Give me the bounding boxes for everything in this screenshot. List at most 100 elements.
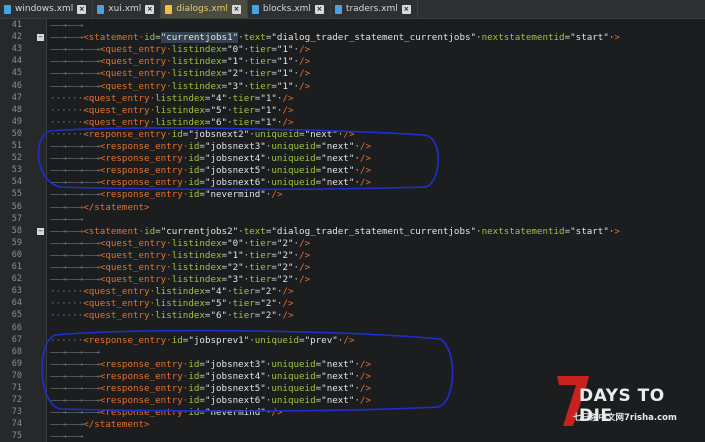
code-line[interactable]: 43 ——→——→——→<quest_entry·listindex="0"·ti… xyxy=(0,44,705,55)
code-line[interactable]: 53 ——→——→——→<response_entry·id="jobsnext5… xyxy=(0,165,705,176)
code-line[interactable]: 45 ——→——→——→<quest_entry·listindex="2"·ti… xyxy=(0,68,705,79)
xml-attribute: tier xyxy=(232,104,255,116)
xml-attribute: id xyxy=(188,383,200,394)
line-number: 45 xyxy=(11,68,22,79)
code-line[interactable]: 65 ······<quest_entry·listindex="6"·tier=… xyxy=(0,310,705,321)
xml-attribute: tier xyxy=(249,237,272,249)
tab-windows[interactable]: windows.xml × xyxy=(0,0,94,18)
close-tab-icon[interactable]: × xyxy=(145,4,155,14)
code-text: ······<quest_entry·listindex="5"·tier="1… xyxy=(50,105,294,116)
xml-value: "jobsnext4" xyxy=(204,153,266,165)
fold-toggle-icon[interactable]: − xyxy=(37,34,44,42)
code-line[interactable]: 64 ······<quest_entry·listindex="5"·tier=… xyxy=(0,298,705,309)
code-line[interactable]: 63 ······<quest_entry·listindex="4"·tier=… xyxy=(0,286,705,297)
xml-value: "next" xyxy=(321,165,355,177)
xml-tag: <quest_entry· xyxy=(99,56,172,68)
close-tab-icon[interactable]: × xyxy=(231,4,241,14)
xml-attribute: id xyxy=(188,141,200,152)
xml-tag: <quest_entry· xyxy=(99,237,172,249)
whitespace-marker: ——→——→——→ xyxy=(50,262,100,273)
code-text: ······<response_entry·id="jobsprev1"·uni… xyxy=(50,335,354,346)
xml-tag: /> xyxy=(299,249,311,261)
xml-tag: <response_entry· xyxy=(99,141,189,152)
code-line[interactable]: 48 ······<quest_entry·listindex="5"·tier=… xyxy=(0,105,705,116)
code-line[interactable]: 69 ——→——→——→<response_entry·id="jobsnext3… xyxy=(0,359,705,370)
watermark-subtitle: 七日杀中文网7risha.com xyxy=(573,413,677,423)
xml-attribute: tier xyxy=(232,92,255,104)
code-line[interactable]: 42− ——→——→<statement·id="currentjobs1"·te… xyxy=(0,32,705,44)
code-line[interactable]: 60 ——→——→——→<quest_entry·listindex="1"·ti… xyxy=(0,250,705,261)
code-line[interactable]: 54 ——→——→——→<response_entry·id="jobsnext6… xyxy=(0,177,705,188)
code-line[interactable]: 59 ——→——→——→<quest_entry·listindex="0"·ti… xyxy=(0,238,705,249)
xml-attribute: listindex xyxy=(171,56,222,68)
tab-traders[interactable]: traders.xml × xyxy=(331,0,418,18)
xml-tag: /> xyxy=(299,80,311,92)
whitespace-marker: ——→——→——→ xyxy=(50,56,100,68)
tab-blocks[interactable]: blocks.xml × xyxy=(248,0,331,18)
xml-attribute: listindex xyxy=(171,274,222,286)
fold-toggle-icon[interactable]: − xyxy=(37,227,44,235)
code-line[interactable]: 68 ——→——→——→ xyxy=(0,347,705,358)
code-text: ——→——→——→<response_entry·id="nevermind"·… xyxy=(50,407,282,418)
xml-attribute: uniqueid xyxy=(271,358,316,370)
xml-tag: /> xyxy=(359,395,371,407)
line-number: 70 xyxy=(11,370,22,381)
xml-tag: <response_entry· xyxy=(99,383,189,394)
code-line[interactable]: 51 ——→——→——→<response_entry·id="jobsnext3… xyxy=(0,141,705,152)
xml-attribute: listindex xyxy=(171,249,222,261)
xml-attribute: id xyxy=(188,177,200,189)
line-number: 53 xyxy=(11,165,22,176)
xml-attribute: uniqueid xyxy=(271,370,316,382)
code-line[interactable]: 47 ······<quest_entry·listindex="4"·tier=… xyxy=(0,93,705,104)
xml-attribute: listindex xyxy=(155,286,205,298)
whitespace-marker: ······ xyxy=(50,334,84,346)
code-line[interactable]: 49 ······<quest_entry·listindex="6"·tier=… xyxy=(0,117,705,128)
xml-attribute: listindex xyxy=(171,44,222,56)
xml-value: "2" xyxy=(276,237,294,249)
xml-tag: </statement> xyxy=(83,201,150,213)
xml-tag: <response_entry· xyxy=(99,395,189,407)
close-tab-icon[interactable]: × xyxy=(77,4,87,14)
code-line[interactable]: 41 ——→——→ xyxy=(0,20,705,31)
code-line[interactable]: 62 ——→——→——→<quest_entry·listindex="3"·ti… xyxy=(0,274,705,285)
code-line[interactable]: 52 ——→——→——→<response_entry·id="jobsnext4… xyxy=(0,153,705,164)
line-number: 60 xyxy=(11,249,22,260)
xml-tag: </statement> xyxy=(83,419,150,431)
tab-bar: windows.xml × xui.xml × dialogs.xml × blocks.x… xyxy=(0,0,705,19)
close-tab-icon[interactable]: × xyxy=(314,4,324,14)
xml-tag: <response_entry· xyxy=(99,177,189,189)
code-line[interactable]: 58 − ——→——→<statement·id="currentjobs2"·te… xyxy=(0,226,705,237)
xml-value: "jobsnext5" xyxy=(204,383,266,394)
line-number: 46 xyxy=(11,80,22,91)
tab-xui[interactable]: xui.xml × xyxy=(93,0,162,18)
code-line[interactable]: 67 ······<response_entry·id="jobsprev1"·u… xyxy=(0,335,705,346)
code-line[interactable]: 57 ——→——→ xyxy=(0,214,705,225)
code-line[interactable]: 46 ——→——→——→<quest_entry·listindex="3"·ti… xyxy=(0,81,705,92)
xml-attribute: id xyxy=(171,128,183,140)
tab-label: blocks.xml xyxy=(262,4,311,14)
whitespace-marker: ——→——→ xyxy=(50,32,84,44)
code-line[interactable]: 44 ——→——→——→<quest_entry·listindex="1"·ti… xyxy=(0,56,705,67)
xml-tag: /> xyxy=(359,177,371,189)
line-number: 51 xyxy=(11,141,22,151)
code-text: ——→——→<statement·id="currentjobs1"·text=… xyxy=(50,32,620,44)
tab-label: windows.xml xyxy=(15,4,74,14)
whitespace-marker: ——→——→——→ xyxy=(50,395,100,407)
xml-value: "next" xyxy=(304,128,338,140)
xml-tag: /> xyxy=(271,189,283,201)
code-line[interactable]: 50 ······<response_entry·id="jobsnext2"·u… xyxy=(0,129,705,140)
code-line[interactable]: 61 ——→——→——→<quest_entry·listindex="2"·ti… xyxy=(0,262,705,273)
code-line[interactable]: 66 xyxy=(0,323,705,334)
code-line[interactable]: 56 ——→——→</statement> xyxy=(0,202,705,213)
xml-value: "5" xyxy=(210,298,228,310)
xml-tag: <quest_entry· xyxy=(99,80,172,92)
tab-dialogs[interactable]: dialogs.xml × xyxy=(161,0,248,18)
xml-attribute: listindex xyxy=(155,310,205,322)
code-line[interactable]: 55 ——→——→——→<response_entry·id="nevermind… xyxy=(0,189,705,200)
whitespace-marker: ——→——→——→ xyxy=(50,407,100,419)
whitespace-marker: ······ xyxy=(50,298,84,310)
close-tab-icon[interactable]: × xyxy=(401,4,411,14)
xml-attribute: id xyxy=(188,370,200,382)
xml-attribute: id xyxy=(188,407,200,419)
line-number: 59 xyxy=(11,237,22,248)
